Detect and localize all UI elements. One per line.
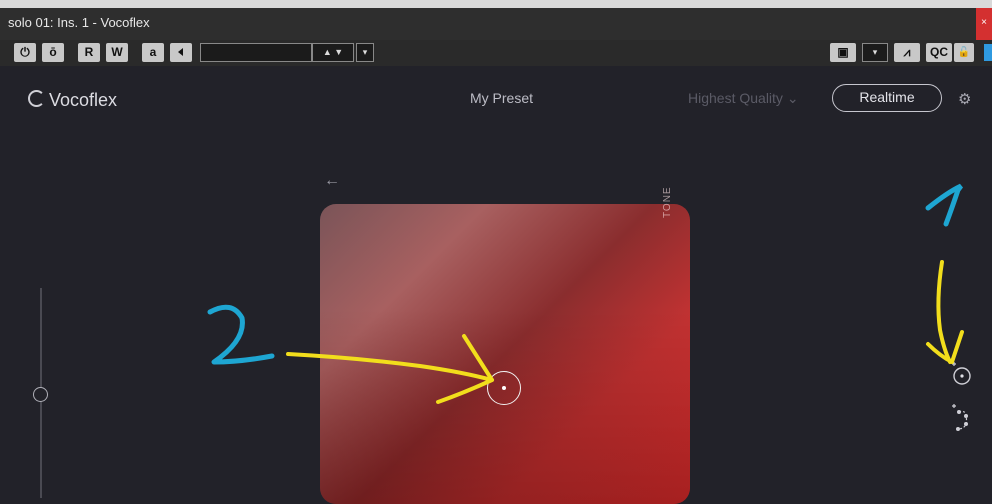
camera-button[interactable]: ▣ [830,43,856,62]
logo-text: Vocoflex [49,90,118,110]
tone-pad[interactable] [320,204,690,504]
vertical-slider-knob[interactable] [33,387,48,402]
write-automation-button[interactable]: W [106,43,128,62]
add-point-tool-icon[interactable] [950,362,972,386]
add-path-tool-icon[interactable] [950,404,972,432]
power-button[interactable]: ⏻ [14,43,36,62]
vocoflex-logo: Vocoflex [28,90,117,111]
gear-icon[interactable]: ⚙ [958,90,971,108]
plugin-header: Vocoflex My Preset Highest Quality ⌄ Rea… [0,66,992,126]
status-indicator [984,44,992,61]
preset-arrows[interactable]: ▲ ▼ [312,43,354,62]
activity-button[interactable]: ⩘ [894,43,920,62]
routing-dropdown[interactable]: ▾ [862,43,888,62]
preset-dropdown[interactable]: ▾ [356,43,374,62]
pad-cursor-handle[interactable] [487,371,521,405]
annotation-arrow-1 [926,260,964,364]
chevron-down-icon: ⌄ [786,90,799,106]
arrow-left-icon [178,48,183,56]
lock-button[interactable]: 🔓 [954,43,974,62]
window-title: solo 01: Ins. 1 - Vocoflex [8,15,150,30]
qc-button[interactable]: QC [926,43,952,62]
quality-selector[interactable]: Highest Quality ⌄ [688,90,799,107]
preset-name-field[interactable] [200,43,312,62]
annotation-number-2 [207,304,275,365]
window-titlebar: solo 01: Ins. 1 - Vocoflex × [0,0,992,40]
read-automation-button[interactable]: R [78,43,100,62]
logo-icon [28,90,45,107]
preset-selector[interactable]: My Preset [470,90,533,106]
compare-button[interactable]: ō [42,43,64,62]
close-button[interactable]: × [976,8,992,40]
host-toolbar: ⏻ ō R W a ▲ ▼ ▾ ▣ ▾ ⩘ QC 🔓 [0,40,992,66]
auto-button[interactable]: a [142,43,164,62]
realtime-button[interactable]: Realtime [832,84,942,112]
quality-label: Highest Quality [688,90,783,106]
bypass-button[interactable] [170,43,192,62]
annotation-number-1 [925,183,963,227]
back-arrow-icon[interactable]: ← [324,172,340,190]
tone-axis-label: TONE [662,186,673,218]
